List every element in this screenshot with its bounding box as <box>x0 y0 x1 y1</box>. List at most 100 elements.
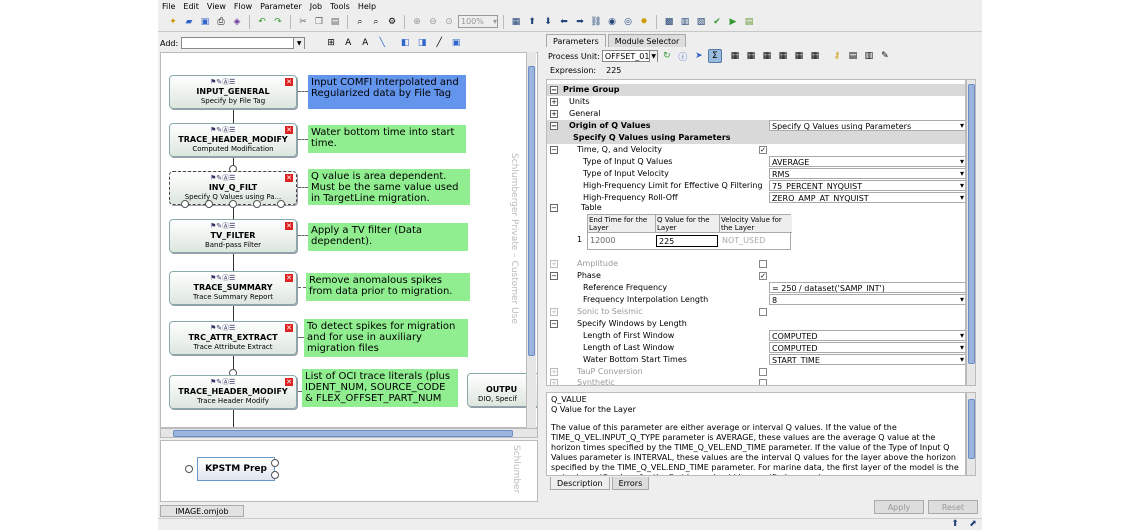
zoom-in-icon[interactable]: ⊕ <box>410 15 424 29</box>
flow-note[interactable]: To detect spikes for migration and for u… <box>304 319 468 357</box>
find-next-icon[interactable]: ⌕ <box>369 15 383 29</box>
output-port[interactable] <box>271 459 279 467</box>
tree-row-type-v[interactable]: Type of Input Velocity RMS <box>547 168 965 180</box>
tree-row-synthetic[interactable]: + Synthetic <box>547 377 965 385</box>
tree-row-tqv[interactable]: − Time, Q, and Velocity ✓ <box>547 144 965 156</box>
tree-row-prime-group[interactable]: − Prime Group <box>547 84 965 96</box>
parameter-tree[interactable]: − Prime Group + Units + General − Origin of … <box>546 79 966 386</box>
tree-row-freq-interp[interactable]: Frequency Interpolation Length 8 <box>547 294 965 306</box>
apply-button[interactable]: Apply <box>874 500 924 514</box>
tree-scrollbar[interactable] <box>966 79 976 386</box>
menu-job[interactable]: Job <box>310 2 322 11</box>
close-icon[interactable]: ✕ <box>285 222 293 230</box>
output-port[interactable] <box>181 200 189 208</box>
expand-icon[interactable]: + <box>550 379 558 385</box>
phase-checkbox[interactable]: ✓ <box>759 272 767 280</box>
collapse-icon[interactable]: − <box>550 204 558 212</box>
menu-tools[interactable]: Tools <box>330 2 350 11</box>
tree-row-wb-start[interactable]: Water Bottom Start Times START_TIME <box>547 354 965 366</box>
tree-row-amplitude[interactable]: + Amplitude <box>547 258 965 270</box>
info-icon[interactable]: ⓘ <box>676 49 690 63</box>
run-icon[interactable]: ▶ <box>726 15 740 29</box>
find-icon[interactable]: ⌕ <box>353 15 367 29</box>
freq-interp-select[interactable]: 8 <box>769 294 965 305</box>
scroll-thumb[interactable] <box>528 66 535 356</box>
tree-row-sonic[interactable]: + Sonic to Seismic <box>547 306 965 318</box>
close-icon[interactable]: ✕ <box>285 126 293 134</box>
description-scrollbar[interactable] <box>966 392 976 476</box>
mini-flow-canvas[interactable]: KPSTM Prep Schlumber <box>160 440 538 502</box>
flow-down-icon[interactable]: ⬇ <box>541 15 555 29</box>
module-icon[interactable]: ▦ <box>509 15 523 29</box>
tree-row-len-last[interactable]: Length of Last Window COMPUTED <box>547 342 965 354</box>
table-cell-velocity[interactable]: NOT_USED <box>720 235 792 247</box>
tree-row-general[interactable]: + General <box>547 108 965 120</box>
document-icon[interactable]: ▤ <box>742 15 756 29</box>
grid-icon[interactable]: ▦ <box>808 49 822 63</box>
file-tab[interactable]: IMAGE.omjob <box>160 505 244 517</box>
table-header-q-value[interactable]: Q Value for the Layer <box>656 215 720 233</box>
flow-left-icon[interactable]: ⬅ <box>557 15 571 29</box>
properties-icon[interactable]: ◈ <box>230 15 244 29</box>
module-trace-header-modify-2[interactable]: ⚑✎Ⓐ☰ ✕ TRACE_HEADER_MODIFY Trace Header … <box>169 375 297 409</box>
group-icon[interactable]: ◉ <box>605 15 619 29</box>
menu-flow[interactable]: Flow <box>234 2 252 11</box>
edit-icon[interactable]: ✎ <box>878 49 892 63</box>
output-port[interactable] <box>229 200 237 208</box>
close-icon[interactable]: ✕ <box>285 378 293 386</box>
new-icon[interactable]: ✦ <box>166 15 180 29</box>
table-header-end-time[interactable]: End Time for the Layer <box>588 215 656 233</box>
image-icon[interactable]: ▣ <box>449 36 463 50</box>
tree-row-origin[interactable]: − Origin of Q Values Specify Q Values usin… <box>547 120 965 132</box>
close-icon[interactable]: ✕ <box>285 324 293 332</box>
module-trace-summary[interactable]: ⚑✎Ⓐ☰ ✕ TRACE_SUMMARY Trace Summary Repor… <box>169 271 297 305</box>
table-cell-q-value[interactable]: 225 <box>656 235 718 247</box>
module-trc-attr-extract[interactable]: ⚑✎Ⓐ☰ ✕ TRC_ATTR_EXTRACT Trace Attribute … <box>169 321 297 355</box>
menu-help[interactable]: Help <box>358 2 376 11</box>
flow-right-icon[interactable]: ➡ <box>573 15 587 29</box>
tree-row-hf-limit[interactable]: High-Frequency Limit for Effective Q Fil… <box>547 180 965 192</box>
collapse-icon[interactable]: − <box>550 86 558 94</box>
expression-value[interactable]: 225 <box>606 66 621 78</box>
paste-icon[interactable]: ▤ <box>328 15 342 29</box>
flow-note[interactable]: Remove anomalous spikes from data prior … <box>306 273 470 301</box>
flow-note[interactable]: List of OCI trace literals (plus IDENT_N… <box>302 369 458 407</box>
process-unit-select[interactable]: OFFSET_01 ▼ <box>601 50 658 62</box>
fill-color-icon[interactable]: ◧ <box>398 36 412 50</box>
type-q-select[interactable]: AVERAGE <box>769 156 965 167</box>
table-header-velocity[interactable]: Velocity Value for the Layer <box>720 215 792 233</box>
chart-icon[interactable]: ▧ <box>694 15 708 29</box>
synthetic-checkbox[interactable] <box>759 379 767 385</box>
star-icon[interactable]: ✸ <box>637 15 651 29</box>
module-input-general[interactable]: ⚑✎Ⓐ☰ ✕ INPUT_GENERAL Specify by File Tag <box>169 75 297 109</box>
grid-icon[interactable]: ▦ <box>744 49 758 63</box>
collapse-icon[interactable]: − <box>550 272 558 280</box>
ungroup-icon[interactable]: ◎ <box>621 15 635 29</box>
copy-icon[interactable]: ❐ <box>312 15 326 29</box>
tab-module-selector[interactable]: Module Selector <box>607 34 687 47</box>
canvas-horizontal-scrollbar[interactable] <box>160 428 538 438</box>
wb-start-select[interactable]: START_TIME <box>769 354 965 365</box>
flow-note[interactable]: Apply a TV filter (Data dependent). <box>308 223 468 251</box>
zoom-out-icon[interactable]: ⊖ <box>426 15 440 29</box>
link-icon[interactable]: ⛓ <box>589 15 603 29</box>
origin-select[interactable]: Specify Q Values using Parameters <box>769 120 965 131</box>
collapse-icon[interactable]: − <box>550 320 558 328</box>
text-box-icon[interactable]: ⊞ <box>324 36 338 50</box>
tqv-checkbox[interactable]: ✓ <box>759 146 767 154</box>
menu-view[interactable]: View <box>207 2 226 11</box>
scroll-thumb[interactable] <box>968 84 975 364</box>
len-last-select[interactable]: COMPUTED <box>769 342 965 353</box>
line-tool-icon[interactable]: ╲ <box>375 36 389 50</box>
settings-icon[interactable]: ⚙ <box>385 15 399 29</box>
close-icon[interactable]: ✕ <box>285 78 293 86</box>
menu-file[interactable]: File <box>162 2 175 11</box>
len-first-select[interactable]: COMPUTED <box>769 330 965 341</box>
flow-note[interactable]: Water bottom time into start time. <box>308 125 466 153</box>
sonic-checkbox[interactable] <box>759 308 767 316</box>
table-icon[interactable]: ▤ <box>846 49 860 63</box>
amplitude-checkbox[interactable] <box>759 260 767 268</box>
sum-icon[interactable]: Σ <box>707 49 722 63</box>
output-port[interactable] <box>277 200 285 208</box>
input-port[interactable] <box>185 465 193 473</box>
